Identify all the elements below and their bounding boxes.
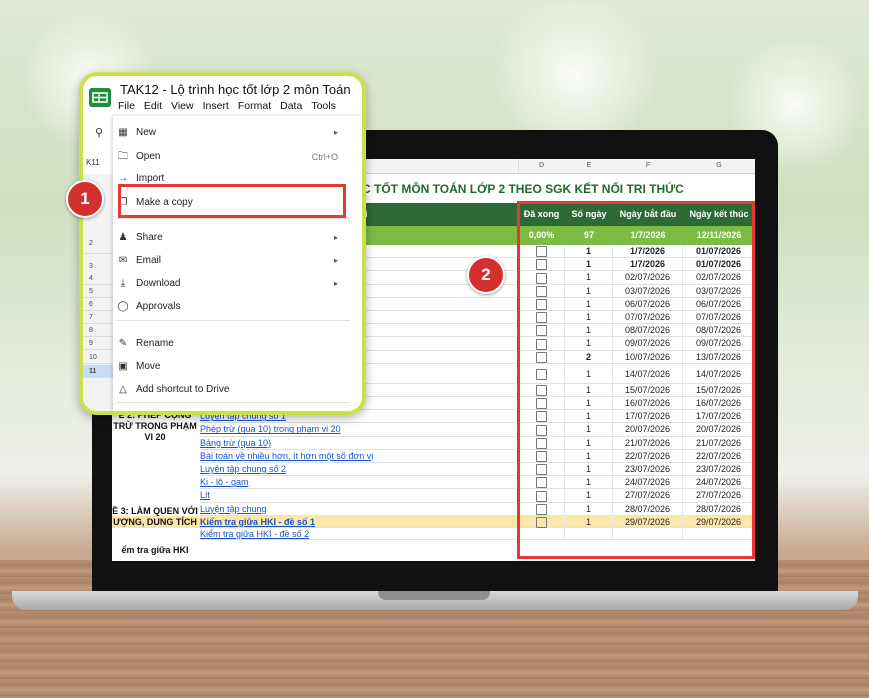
row-number[interactable]: 5	[83, 285, 113, 298]
drive-shortcut-icon: △	[119, 384, 127, 395]
menu-item-label: Move	[136, 361, 161, 372]
email-icon: ✉	[118, 255, 128, 266]
menu-item-label: Email	[136, 255, 162, 266]
menu-item-label: Share	[136, 232, 163, 243]
row-number[interactable]: 6	[83, 298, 113, 311]
submenu-arrow-icon: ▸	[333, 256, 338, 265]
submenu-arrow-icon: ▸	[333, 128, 338, 137]
laptop-notch	[378, 591, 490, 600]
new-icon: ▦	[118, 127, 128, 138]
lesson-link[interactable]: Kiểm tra giữa HKI - đề số 2	[200, 528, 515, 540]
lesson-link[interactable]: Bài toán về nhiều hơn, ít hơn một số đơn…	[200, 450, 515, 463]
step-2-badge: 2	[467, 256, 505, 294]
menu-item-shortcut: Ctrl+O	[311, 152, 338, 162]
lesson-link[interactable]: Luyện tập chung	[200, 503, 515, 516]
pencil-icon: ✎	[118, 338, 128, 349]
lesson-link[interactable]: Phép trừ (qua 10) trong phạm vi 20	[200, 423, 515, 437]
column-header-g[interactable]: G	[683, 159, 755, 174]
approvals-icon: ◯	[117, 301, 129, 312]
menu-insert[interactable]: Insert	[203, 100, 229, 112]
menu-edit[interactable]: Edit	[144, 100, 162, 112]
topic-cell: ểm tra giữa HKI	[121, 545, 189, 555]
menu-item-share[interactable]: ♟ Share ▸	[116, 227, 358, 249]
menu-separator	[116, 218, 350, 219]
move-icon: ▣	[118, 361, 128, 372]
search-icon[interactable]: ⚲	[95, 126, 103, 139]
menu-item-label: Download	[136, 278, 181, 289]
menu-item-label: New	[136, 127, 157, 138]
lesson-link[interactable]: Kiểm tra giữa HKI - đề số 1	[200, 516, 515, 528]
menu-item-download[interactable]: ⤓ Download ▸	[116, 273, 358, 295]
menu-item-label: Approvals	[136, 301, 181, 312]
submenu-arrow-icon: ▸	[333, 279, 338, 288]
folder-icon: 🗀	[118, 151, 128, 162]
background-bokeh	[480, 0, 670, 150]
row-number[interactable]: 2	[83, 234, 113, 254]
menu-file[interactable]: File	[118, 100, 135, 112]
step-1-badge: 1	[66, 180, 104, 218]
name-box[interactable]: K11	[86, 158, 100, 167]
sheets-app-icon	[89, 88, 111, 107]
lesson-link[interactable]: Lít	[200, 489, 515, 503]
menu-item-label: Add shortcut to Drive	[136, 384, 230, 395]
download-icon: ⤓	[120, 278, 126, 289]
menu-item-label: Import	[136, 173, 165, 184]
row-number[interactable]: 7	[83, 311, 113, 324]
topic-cell: Ề 2: PHÉP CỘNG TRỪ TRONG PHẠM VI 20	[113, 410, 197, 442]
lesson-link[interactable]: Luyện tập chung số 2	[200, 463, 515, 477]
document-title[interactable]: TAK12 - Lộ trình học tốt lớp 2 môn Toán	[120, 82, 351, 97]
progress-columns-highlight	[517, 201, 755, 559]
menu-item-label: Open	[136, 151, 161, 162]
menu-item-open[interactable]: 🗀 Open Ctrl+O	[116, 146, 358, 168]
menu-data[interactable]: Data	[280, 100, 302, 112]
menu-view[interactable]: View	[171, 100, 194, 112]
menu-item-label: Rename	[136, 338, 174, 349]
lesson-link[interactable]: Bảng trừ (qua 10)	[200, 437, 515, 450]
row-number[interactable]: 11	[83, 365, 113, 378]
menu-bar: File Edit View Insert Format Data Tools	[118, 100, 345, 116]
column-header-f[interactable]: F	[613, 159, 684, 174]
menu-item-rename[interactable]: ✎ Rename	[116, 333, 358, 355]
menu-separator	[116, 402, 350, 403]
topic-cell: Ề 3: LÀM QUEN VỚI ƯỢNG, DUNG TÍCH	[112, 506, 198, 527]
row-number[interactable]: 9	[83, 337, 113, 350]
share-icon: ♟	[118, 232, 128, 243]
make-a-copy-highlight	[118, 184, 346, 218]
menu-separator	[116, 320, 350, 321]
submenu-arrow-icon: ▸	[333, 233, 338, 242]
menu-item-move[interactable]: ▣ Move	[116, 356, 358, 378]
row-number[interactable]: 4	[83, 272, 113, 285]
menu-format[interactable]: Format	[238, 100, 271, 112]
column-header-e[interactable]: E	[565, 159, 614, 174]
file-menu-popup: TAK12 - Lộ trình học tốt lớp 2 môn Toán …	[79, 72, 366, 415]
menu-item-approvals[interactable]: ◯ Approvals	[116, 296, 358, 318]
menu-tools[interactable]: Tools	[311, 100, 336, 112]
menu-item-email[interactable]: ✉ Email ▸	[116, 250, 358, 272]
column-header-d[interactable]: D	[518, 159, 566, 174]
row-number[interactable]: 8	[83, 324, 113, 337]
menu-item-add-shortcut-to-drive[interactable]: △ Add shortcut to Drive	[116, 379, 358, 401]
lesson-link[interactable]: Ki - lô - gam	[200, 476, 515, 490]
row-number[interactable]: 10	[83, 351, 113, 364]
menu-item-new[interactable]: ▦ New ▸	[116, 122, 358, 144]
